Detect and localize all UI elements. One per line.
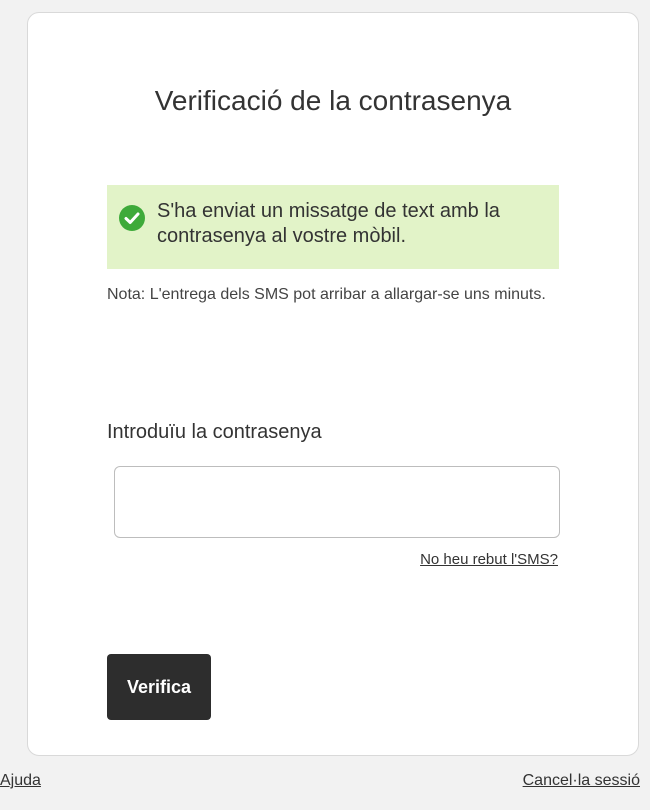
resend-sms-link[interactable]: No heu rebut l'SMS? [420,551,558,568]
sms-delay-note: Nota: L'entrega dels SMS pot arribar a a… [107,286,546,303]
password-input[interactable] [114,466,560,538]
cancel-session-link[interactable]: Cancel·la sessió [523,772,640,790]
password-label: Introduïu la contrasenya [107,421,322,443]
help-link[interactable]: Ajuda [0,772,41,790]
verification-card: Verificació de la contrasenya S'ha envia… [27,12,639,756]
success-message: S'ha enviat un missatge de text amb la c… [157,200,500,247]
check-circle-icon [119,205,145,231]
page-title: Verificació de la contrasenya [154,85,512,116]
success-alert: S'ha enviat un missatge de text amb la c… [107,185,559,269]
verify-button[interactable]: Verifica [107,654,211,720]
